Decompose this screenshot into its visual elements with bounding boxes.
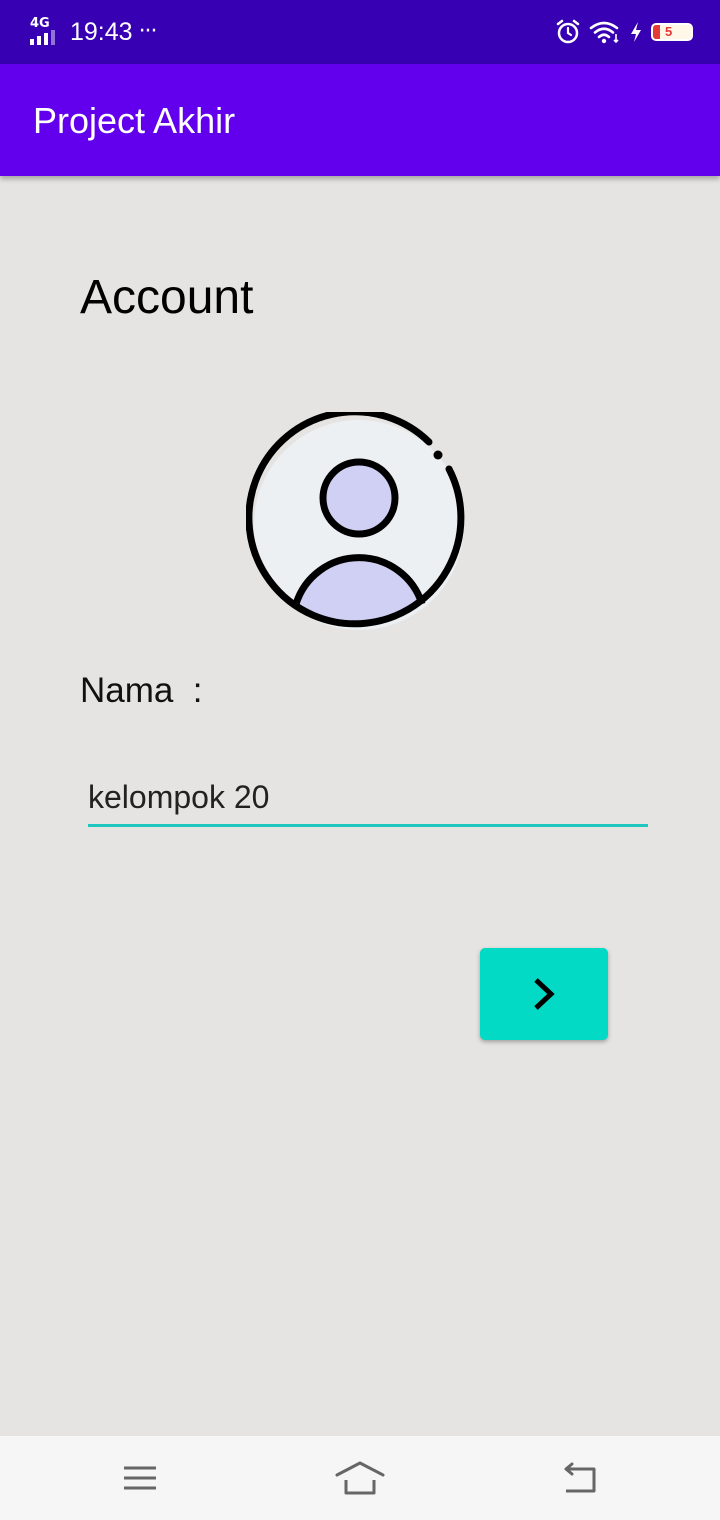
more-notifications-icon: ··· bbox=[138, 19, 158, 44]
network-type: 4G bbox=[30, 16, 50, 31]
app-bar: Project Akhir bbox=[0, 64, 720, 176]
navigation-bar bbox=[0, 1436, 720, 1520]
alarm-icon bbox=[556, 19, 580, 44]
home-icon bbox=[335, 1461, 385, 1495]
next-button[interactable] bbox=[480, 948, 608, 1040]
name-input[interactable] bbox=[88, 770, 648, 827]
menu-button[interactable] bbox=[110, 1454, 170, 1502]
wifi-icon bbox=[589, 21, 619, 44]
battery-level: 5 bbox=[665, 24, 673, 39]
battery-fill bbox=[653, 25, 660, 39]
battery-indicator: 5 bbox=[651, 23, 693, 41]
status-left: 4G 19:43 ··· bbox=[30, 14, 158, 50]
charging-icon bbox=[631, 22, 641, 42]
status-bar: 4G 19:43 ··· 5 bbox=[0, 0, 720, 64]
home-button[interactable] bbox=[330, 1454, 390, 1502]
menu-icon bbox=[124, 1466, 156, 1490]
status-time: 19:43 bbox=[70, 18, 133, 46]
page-title: Account bbox=[80, 271, 254, 324]
app-title: Project Akhir bbox=[33, 100, 236, 141]
status-right: 5 bbox=[555, 16, 693, 48]
back-button[interactable] bbox=[550, 1454, 610, 1502]
back-icon bbox=[564, 1462, 596, 1493]
chevron-right-icon bbox=[534, 978, 555, 1010]
user-avatar-icon[interactable] bbox=[246, 412, 472, 638]
signal-icon bbox=[30, 30, 55, 45]
name-label: Nama : bbox=[80, 671, 203, 710]
battery-icon: 5 bbox=[651, 23, 693, 41]
signal-indicator: 4G bbox=[30, 17, 62, 47]
